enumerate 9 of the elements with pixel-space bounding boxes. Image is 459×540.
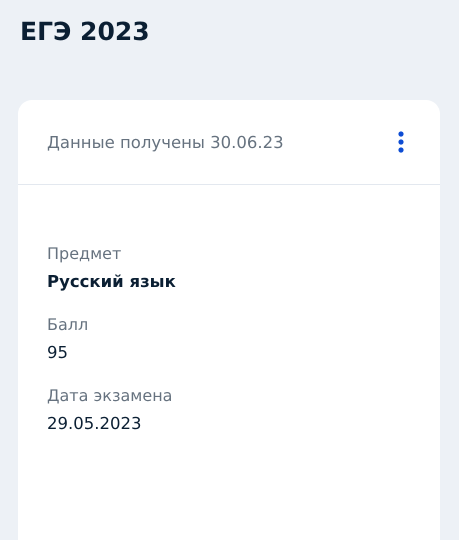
page-title: ЕГЭ 2023 [20, 16, 151, 48]
more-menu-icon[interactable] [398, 131, 404, 153]
field-label: Дата экзамена [47, 385, 174, 407]
field-value: 29.05.2023 [47, 413, 142, 435]
received-date-text: Данные получены 30.06.23 [47, 132, 284, 152]
field-value: 95 [47, 342, 69, 364]
field-value: Русский язык [47, 271, 177, 293]
field-label: Предмет [47, 243, 122, 265]
field-label: Балл [47, 314, 90, 336]
